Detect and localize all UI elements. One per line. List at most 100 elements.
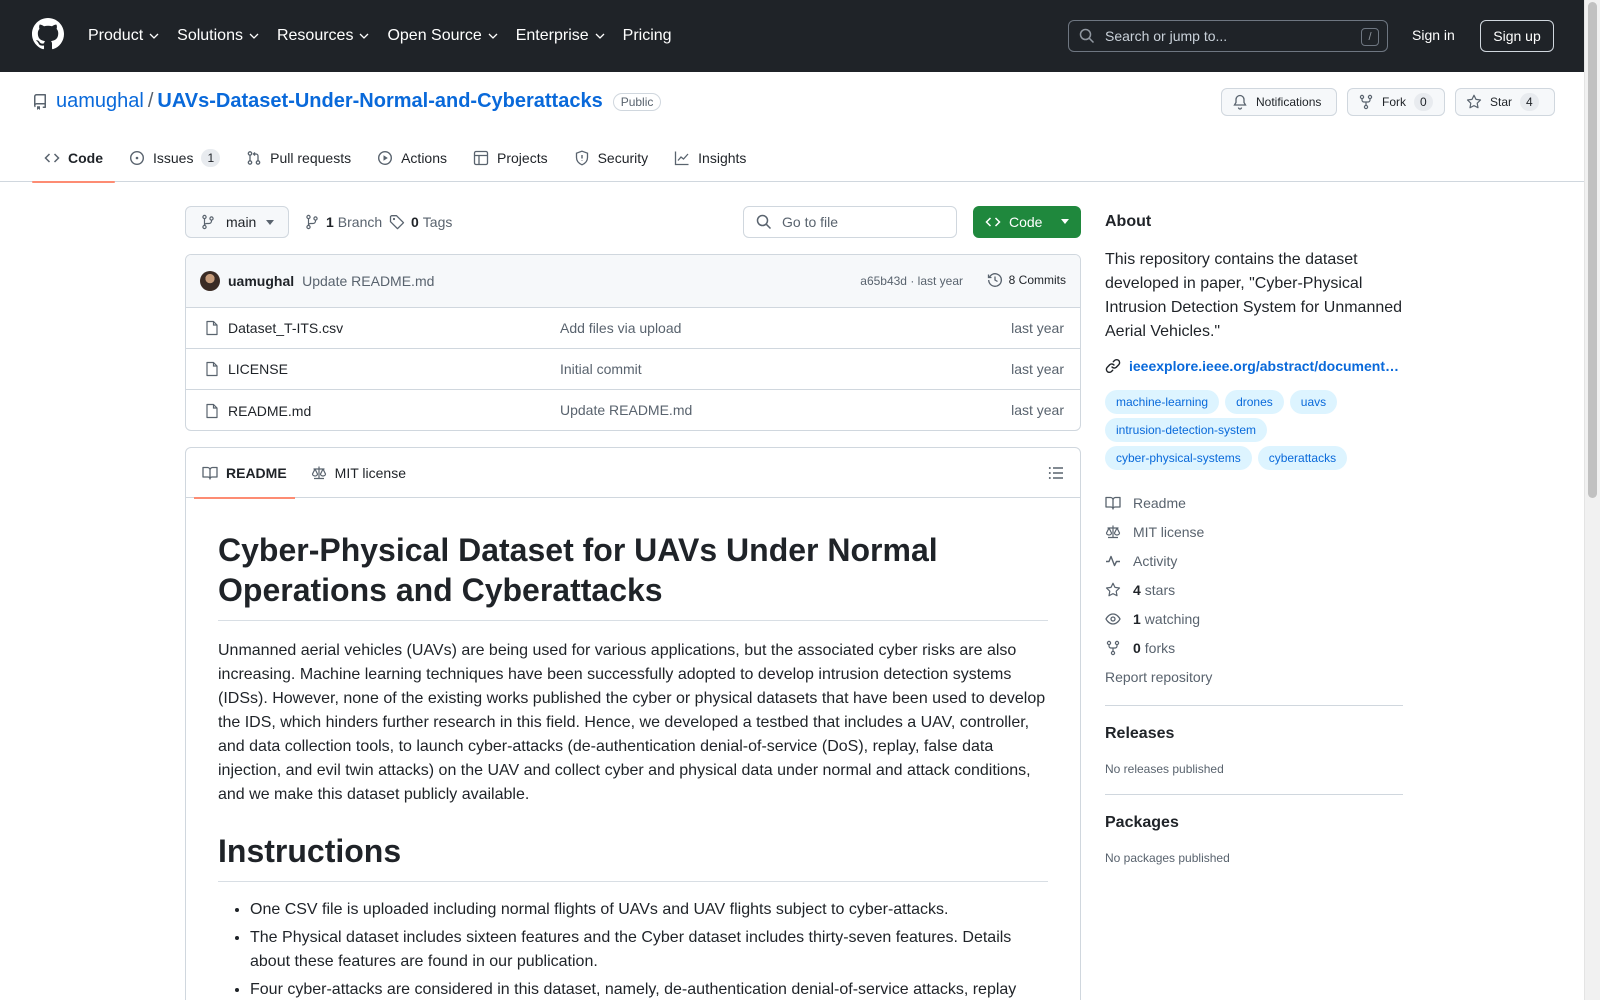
tab-insights[interactable]: Insights xyxy=(662,134,758,182)
sign-in-link[interactable]: Sign in xyxy=(1412,27,1455,43)
topic-tag[interactable]: cyberattacks xyxy=(1257,446,1348,470)
forks-count: 0 xyxy=(1133,639,1141,656)
commit-author-link[interactable]: uamughal xyxy=(228,273,294,289)
nav-solutions[interactable]: Solutions xyxy=(177,27,259,45)
nav-resources[interactable]: Resources xyxy=(277,27,369,45)
search-placeholder: Search or jump to... xyxy=(1105,28,1228,44)
file-commit-link[interactable]: Initial commit xyxy=(560,361,642,377)
notifications-label: Notifications xyxy=(1256,95,1322,109)
code-dropdown-button[interactable]: Code xyxy=(973,206,1081,238)
topic-tag[interactable]: cyber-physical-systems xyxy=(1105,446,1252,470)
report-repository-link[interactable]: Report repository xyxy=(1105,662,1403,691)
top-nav: Product Solutions Resources Open Source … xyxy=(88,0,690,72)
tab-actions[interactable]: Actions xyxy=(365,134,459,182)
go-to-file-input[interactable]: Go to file xyxy=(743,206,957,238)
tab-license[interactable]: MIT license xyxy=(303,448,414,498)
forks-link[interactable]: 0 forks xyxy=(1105,633,1403,662)
repo-separator: / xyxy=(147,90,154,112)
github-logo-icon[interactable] xyxy=(32,18,64,50)
tab-security[interactable]: Security xyxy=(562,134,661,182)
repo-name-link[interactable]: UAVs-Dataset-Under-Normal-and-Cyberattac… xyxy=(157,90,602,113)
license-link-label: MIT license xyxy=(1133,523,1205,540)
book-icon xyxy=(1105,496,1121,510)
branch-selector-button[interactable]: main xyxy=(185,206,289,238)
tags-link[interactable]: 0 Tags xyxy=(389,214,452,230)
nav-label: Product xyxy=(88,27,144,44)
branch-name: main xyxy=(226,214,257,230)
tab-label: MIT license xyxy=(334,464,406,481)
branches-link[interactable]: 1 Branch xyxy=(304,214,382,230)
star-button[interactable]: Star 4 xyxy=(1455,88,1555,116)
scrollbar-thumb[interactable] xyxy=(1588,2,1597,498)
tab-issues[interactable]: Issues 1 xyxy=(117,134,232,182)
file-row[interactable]: Dataset_T-ITS.csv Add files via upload l… xyxy=(186,308,1080,349)
readme-link[interactable]: Readme xyxy=(1105,488,1403,517)
tab-pull-requests[interactable]: Pull requests xyxy=(234,134,363,182)
instructions-heading: Instructions xyxy=(218,831,1048,882)
star-label: Star xyxy=(1490,95,1513,109)
repo-title: uamughal / UAVs-Dataset-Under-Normal-and… xyxy=(32,90,662,113)
tab-label: Issues xyxy=(153,150,194,166)
commit-message-link[interactable]: Update README.md xyxy=(302,273,434,289)
tab-label: Security xyxy=(597,150,649,166)
license-link[interactable]: MIT license xyxy=(1105,517,1403,546)
tab-code[interactable]: Code xyxy=(32,134,115,183)
file-row[interactable]: LICENSE Initial commit last year xyxy=(186,349,1080,390)
nav-product[interactable]: Product xyxy=(88,27,159,45)
issue-icon xyxy=(129,150,145,166)
file-time: last year xyxy=(1011,402,1064,418)
packages-heading[interactable]: Packages xyxy=(1105,811,1403,835)
nav-open-source[interactable]: Open Source xyxy=(387,27,498,45)
chevron-down-icon xyxy=(359,33,369,39)
commits-history-link[interactable]: 8 Commits xyxy=(987,272,1066,288)
nav-label: Open Source xyxy=(387,27,482,44)
notifications-button[interactable]: Notifications xyxy=(1221,88,1337,116)
activity-link-label: Activity xyxy=(1133,552,1178,569)
star-icon xyxy=(1105,582,1121,596)
branch-count: 1 xyxy=(326,214,334,230)
topic-tag[interactable]: intrusion-detection-system xyxy=(1105,418,1268,442)
nav-enterprise[interactable]: Enterprise xyxy=(516,27,605,45)
stars-link[interactable]: 4 stars xyxy=(1105,575,1403,604)
watchers-link[interactable]: 1 watching xyxy=(1105,604,1403,633)
fork-label: Fork xyxy=(1382,95,1406,109)
topic-tag[interactable]: uavs xyxy=(1289,390,1338,414)
repo-owner-link[interactable]: uamughal xyxy=(56,90,144,113)
search-icon xyxy=(1079,28,1095,44)
tab-readme[interactable]: README xyxy=(194,448,295,499)
table-icon xyxy=(473,150,489,166)
file-name-link[interactable]: Dataset_T-ITS.csv xyxy=(228,320,343,336)
file-row[interactable]: README.md Update README.md last year xyxy=(186,390,1080,430)
caret-down-icon xyxy=(1061,219,1069,224)
tag-icon xyxy=(389,215,405,230)
nav-pricing[interactable]: Pricing xyxy=(623,27,672,45)
sign-up-button[interactable]: Sign up xyxy=(1480,20,1554,52)
stars-label: stars xyxy=(1144,581,1176,598)
readme-link-label: Readme xyxy=(1133,494,1186,511)
commits-count-label: 8 Commits xyxy=(1008,273,1066,287)
fork-button[interactable]: Fork 0 xyxy=(1347,88,1445,116)
vertical-scrollbar[interactable] xyxy=(1584,0,1600,1000)
file-time: last year xyxy=(1011,361,1064,377)
tab-label: Code xyxy=(68,150,103,166)
commit-hash-time[interactable]: a65b43d · last year xyxy=(860,274,963,288)
search-input[interactable]: Search or jump to... / xyxy=(1068,20,1388,52)
book-icon xyxy=(202,466,218,480)
list-unordered-icon[interactable] xyxy=(1048,465,1064,481)
file-name-link[interactable]: LICENSE xyxy=(228,361,288,377)
about-heading: About xyxy=(1105,213,1152,230)
releases-heading[interactable]: Releases xyxy=(1105,722,1403,746)
file-name-link[interactable]: README.md xyxy=(228,403,311,419)
file-commit-link[interactable]: Add files via upload xyxy=(560,320,681,336)
topic-tag[interactable]: machine-learning xyxy=(1105,390,1220,414)
avatar[interactable] xyxy=(200,271,220,291)
tab-projects[interactable]: Projects xyxy=(461,134,560,182)
topic-tag[interactable]: drones xyxy=(1225,390,1284,414)
homepage-link[interactable]: ieeexplore.ieee.org/abstract/document… xyxy=(1105,358,1403,374)
list-item: The Physical dataset includes sixteen fe… xyxy=(250,926,1048,974)
packages-empty-text: No packages published xyxy=(1105,851,1230,865)
file-commit-link[interactable]: Update README.md xyxy=(560,402,692,418)
code-icon xyxy=(985,217,1001,227)
chevron-down-icon xyxy=(149,33,159,39)
activity-link[interactable]: Activity xyxy=(1105,546,1403,575)
